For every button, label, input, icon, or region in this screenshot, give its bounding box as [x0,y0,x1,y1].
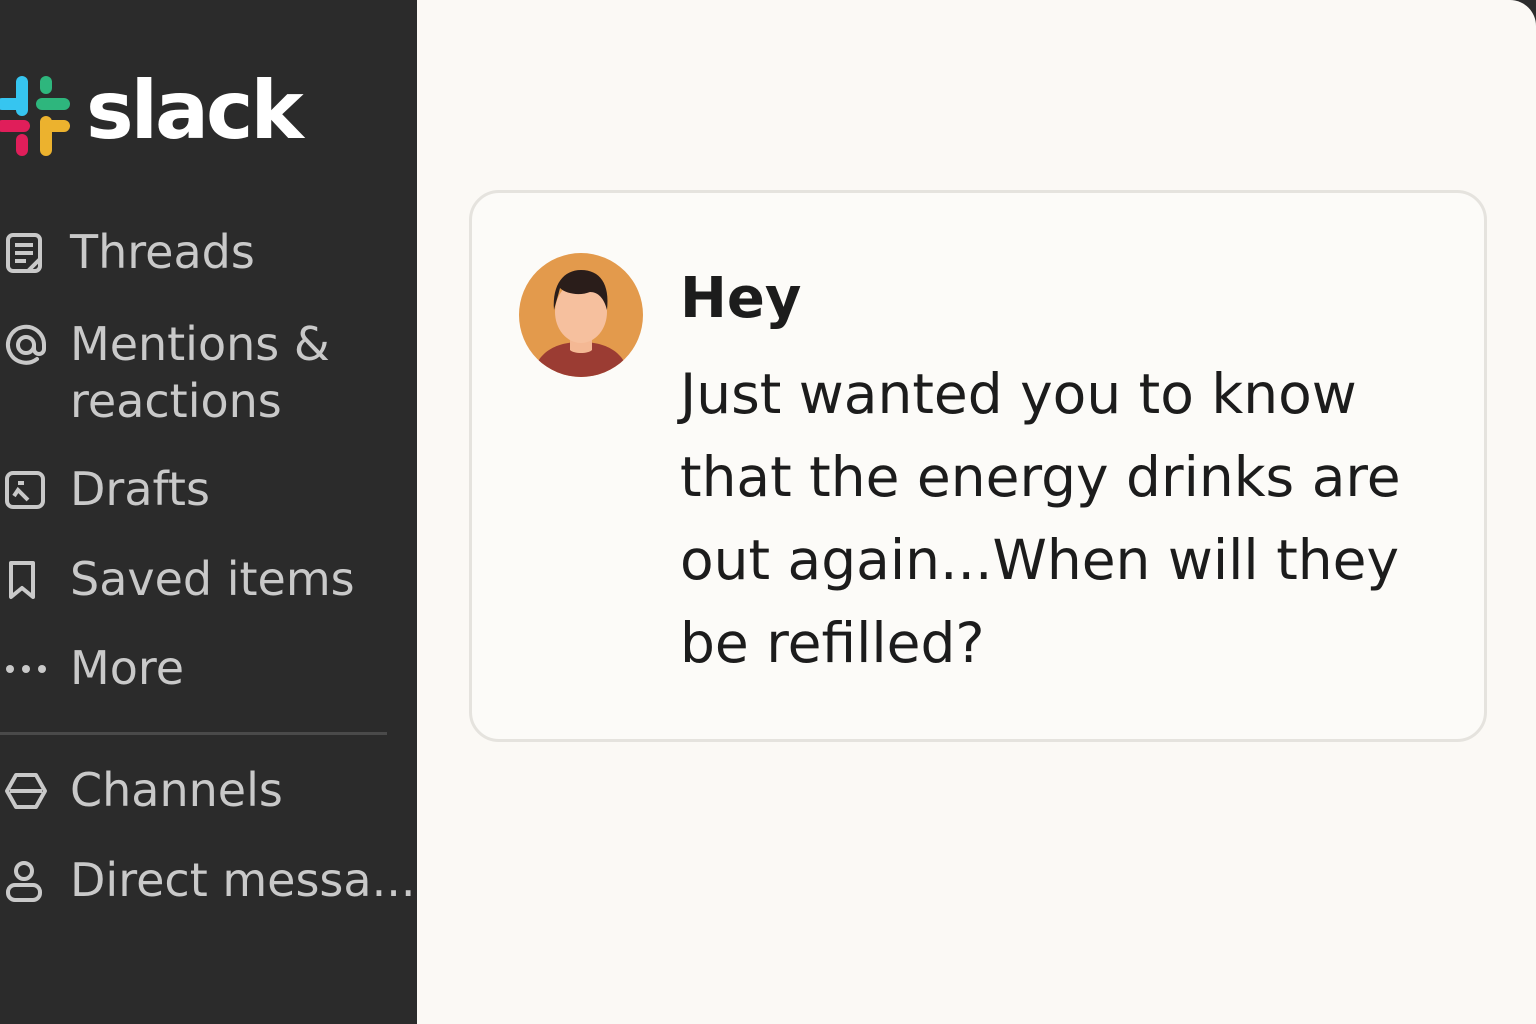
bookmark-icon [0,551,52,608]
at-sign-icon [0,316,52,373]
more-icon [0,640,52,697]
sidebar-item-mentions[interactable]: Mentions & reactions [0,316,390,430]
slack-app-window: slack Threads Mentions & reactions Draft… [0,0,1536,1024]
main-content: Hey Just wanted you to know that the ene… [417,0,1536,1024]
sidebar-item-label: More [70,641,185,695]
sidebar-item-label: Drafts [70,462,210,516]
sidebar-item-label: Saved items [70,552,355,606]
sidebar-item-label: Direct messa... [70,853,416,907]
threads-icon [0,224,52,281]
sidebar-item-label: Channels [70,763,283,817]
sidebar: slack Threads Mentions & reactions Draft… [0,0,417,1024]
slack-logo-icon [0,76,70,156]
message-text: Just wanted you to know that the energy … [680,362,1401,675]
logo-wordmark: slack [86,64,304,157]
avatar[interactable] [518,250,644,380]
sidebar-item-direct-messages[interactable]: Direct messa... [0,852,415,909]
slack-logo[interactable]: slack [0,64,304,160]
sidebar-item-channels[interactable]: Channels [0,762,283,819]
sidebar-item-drafts[interactable]: Drafts [0,461,210,518]
sidebar-item-more[interactable]: More [0,640,184,697]
sidebar-divider [0,732,387,735]
sidebar-item-label: Mentions & reactions [70,317,330,428]
sidebar-item-threads[interactable]: Threads [0,224,255,281]
sidebar-item-saved-items[interactable]: Saved items [0,551,355,608]
message-sender: Hey [680,266,802,331]
sidebar-item-label: Threads [70,225,255,279]
channels-icon [0,762,52,819]
message-card[interactable]: Hey Just wanted you to know that the ene… [469,190,1487,742]
person-icon [0,852,52,909]
drafts-icon [0,461,52,518]
